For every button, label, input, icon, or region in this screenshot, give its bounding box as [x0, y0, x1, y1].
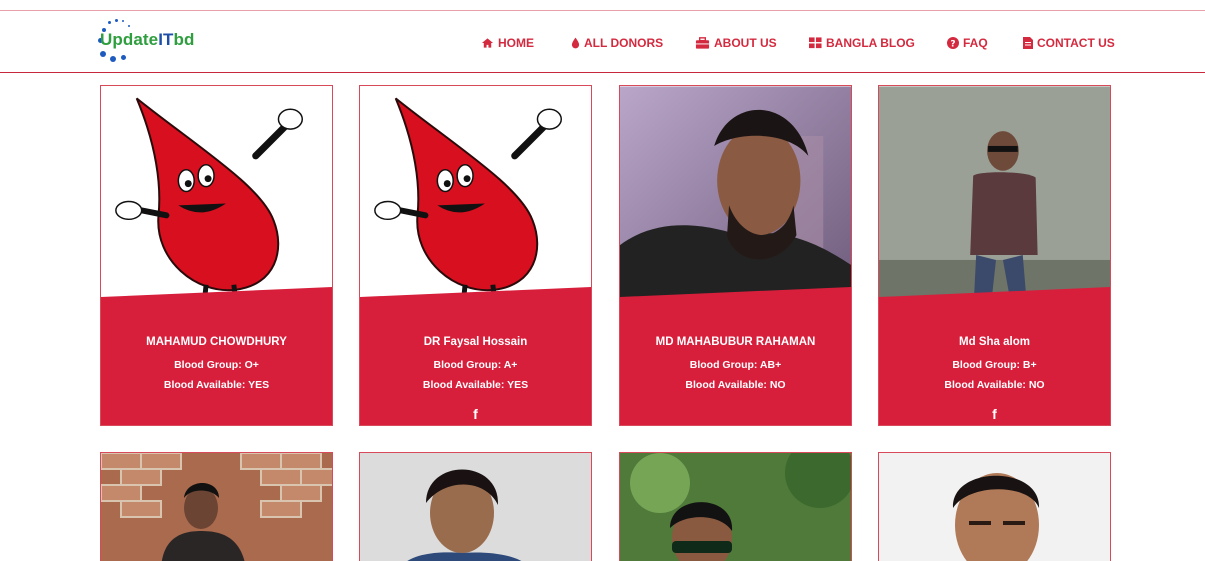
donor-photo [101, 453, 332, 561]
document-icon [1023, 37, 1033, 49]
donor-photo [360, 453, 591, 561]
nav-all-donors[interactable]: ALL DONORS [571, 35, 663, 51]
card-info-panel [360, 287, 591, 425]
donor-name: MAHAMUD CHOWDHURY [146, 336, 287, 348]
donor-blood-group: Blood Group: AB+ [689, 359, 782, 371]
donor-availability: Blood Available: NO [944, 379, 1045, 391]
donor-name: DR Faysal Hossain [423, 336, 528, 348]
grid-icon [809, 37, 822, 49]
donor-card[interactable]: MAHAMUD CHOWDHURY Blood Group: O+ Blood … [100, 85, 333, 426]
donor-availability: Blood Available: YES [163, 379, 270, 391]
nav-home[interactable]: HOME [481, 35, 534, 51]
question-circle-icon: ? [947, 37, 959, 49]
facebook-icon[interactable]: f [992, 406, 997, 422]
donor-card[interactable] [359, 452, 592, 561]
donor-card[interactable] [878, 452, 1111, 561]
donor-availability: Blood Available: NO [685, 379, 786, 391]
donor-card[interactable]: Md Sha alom Blood Group: B+ Blood Availa… [878, 85, 1111, 426]
nav-faq[interactable]: ? FAQ [947, 35, 988, 51]
donor-blood-group: Blood Group: A+ [433, 359, 518, 371]
briefcase-icon [695, 37, 710, 49]
donor-name: MD MAHABUBUR RAHAMAN [655, 336, 816, 348]
donor-card[interactable] [619, 452, 852, 561]
header-divider [0, 72, 1205, 73]
card-info-panel [101, 287, 332, 425]
card-info-panel [620, 287, 851, 425]
donor-name: Md Sha alom [959, 336, 1030, 348]
nav-contact-us[interactable]: CONTACT US [1023, 35, 1115, 51]
nav-bangla-blog[interactable]: BANGLA BLOG [809, 35, 915, 51]
logo-text: UpdateITbd [100, 30, 195, 49]
donor-photo [879, 453, 1110, 561]
donor-card[interactable] [100, 452, 333, 561]
donor-blood-group: Blood Group: B+ [952, 359, 1037, 371]
donor-availability: Blood Available: YES [422, 379, 529, 391]
facebook-icon[interactable]: f [473, 406, 478, 422]
home-icon [481, 38, 494, 48]
nav-about-us[interactable]: ABOUT US [695, 35, 777, 51]
donor-card[interactable]: DR Faysal Hossain Blood Group: A+ Blood … [359, 85, 592, 426]
card-info-panel [879, 287, 1110, 425]
blood-drop-icon [571, 37, 580, 49]
donor-blood-group: Blood Group: O+ [174, 359, 259, 371]
donor-card[interactable]: MD MAHABUBUR RAHAMAN Blood Group: AB+ Bl… [619, 85, 852, 426]
svg-text:?: ? [950, 40, 955, 50]
donor-photo [620, 453, 851, 561]
